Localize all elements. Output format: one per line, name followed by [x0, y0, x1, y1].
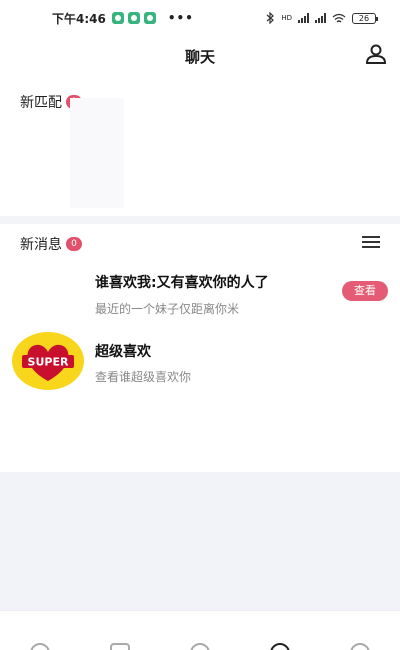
header: 聊天 — [0, 36, 400, 78]
list-item-subtitle: 查看谁超级喜欢你 — [95, 370, 192, 384]
super-logo-text: SUPER — [28, 356, 69, 369]
person-icon[interactable] — [364, 42, 388, 66]
tab-profile-icon[interactable] — [350, 643, 370, 650]
new-messages-heading: 新消息 0 — [20, 234, 82, 254]
tab-likes-icon[interactable] — [190, 643, 210, 650]
tab-discover-icon[interactable] — [110, 643, 130, 650]
notification-app-icon — [143, 12, 156, 24]
wifi-icon — [332, 13, 346, 22]
empty-area — [0, 472, 400, 610]
notification-app-icon — [127, 12, 140, 24]
tab-home-icon[interactable] — [30, 643, 50, 650]
signal-hd-label: HD — [281, 13, 292, 22]
list-item-subtitle: 最近的一个妹子仅距离你米 — [95, 302, 240, 316]
tab-chat-icon[interactable] — [270, 643, 290, 650]
view-button[interactable]: 查看 — [342, 281, 388, 301]
menu-icon[interactable] — [362, 236, 380, 250]
notification-app-icon — [111, 12, 124, 24]
bluetooth-icon — [266, 12, 275, 24]
signal-icon — [298, 13, 309, 23]
status-bar: 下午4:46 ••• HD 26 — [0, 0, 400, 36]
new-messages-section: 新消息 0 谁喜欢我:又有喜欢你的人了 最近的一个妹子仅距离你米 查看 SUPE… — [0, 224, 400, 472]
status-right: HD 26 — [266, 12, 378, 24]
list-item-title: 谁喜欢我:又有喜欢你的人了 — [95, 275, 269, 291]
new-messages-count-badge: 0 — [66, 237, 82, 251]
new-matches-section: 新匹配 0 — [0, 78, 400, 216]
more-notifications-icon: ••• — [167, 11, 194, 25]
bottom-tab-bar — [0, 610, 400, 650]
status-time: 下午4:46 — [52, 11, 106, 26]
new-matches-title: 新匹配 — [20, 95, 62, 111]
super-like-logo: SUPER — [12, 332, 84, 390]
signal-icon — [315, 13, 326, 23]
battery-icon: 26 — [352, 12, 378, 24]
list-item-title: 超级喜欢 — [95, 344, 151, 360]
new-messages-title: 新消息 — [20, 237, 62, 253]
page-title: 聊天 — [184, 48, 215, 66]
match-placeholder — [70, 98, 124, 208]
